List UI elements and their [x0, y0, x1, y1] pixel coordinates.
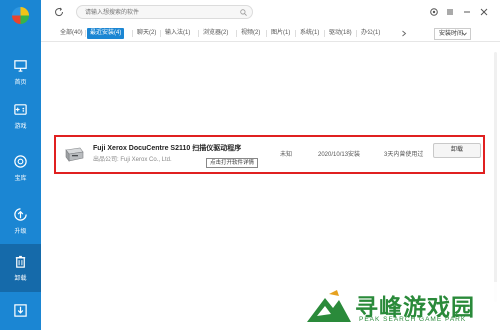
sort-label: 安装时间: [439, 31, 464, 37]
tab-office[interactable]: 办公(1): [358, 28, 383, 39]
watermark-subtitle: PEAK SEARCH GAME PARK: [359, 316, 467, 323]
usage-status: 3天内曾使用过: [384, 152, 424, 158]
search-icon[interactable]: [240, 9, 247, 16]
tab-video[interactable]: 视频(2): [238, 28, 263, 39]
tab-divider: [295, 30, 296, 37]
sidebar-item-treasure[interactable]: 宝库: [0, 149, 41, 187]
tab-divider: [160, 30, 161, 37]
tab-divider: [324, 30, 325, 37]
tab-driver[interactable]: 驱动(18): [326, 28, 355, 39]
sidebar-item-download[interactable]: [0, 295, 41, 330]
app-publisher: 出品公司: Fuji Xerox Co., Ltd.: [93, 157, 172, 163]
tab-all[interactable]: 全部(40): [57, 28, 86, 39]
tab-divider: [85, 30, 86, 37]
search-input[interactable]: [85, 8, 235, 17]
upgrade-icon: [14, 208, 27, 221]
tab-chat[interactable]: 聊天(2): [134, 28, 159, 39]
tooltip: 点击打开软件详情: [206, 158, 259, 168]
sidebar-item-label: 宝库: [14, 176, 27, 182]
top-bar: [41, 0, 500, 25]
tab-image[interactable]: 图片(1): [268, 28, 293, 39]
sidebar-item-games[interactable]: 游戏: [0, 97, 41, 135]
watermark-logo-icon: [307, 290, 351, 322]
minimize-icon[interactable]: [462, 7, 472, 17]
tab-divider: [266, 30, 267, 37]
scanner-icon: [65, 147, 84, 162]
menu-icon[interactable]: [445, 7, 455, 17]
app-logo-icon: [11, 6, 30, 25]
install-date: 2020/10/13安装: [318, 152, 361, 158]
sidebar-item-upgrade[interactable]: 升级: [0, 202, 41, 240]
app-version: 未知: [280, 152, 293, 158]
list-item[interactable]: Fuji Xerox DocuCentre S2110 扫描仪驱动程序 出品公司…: [54, 135, 485, 174]
treasure-icon: [14, 155, 27, 168]
download-icon: [14, 304, 27, 317]
sidebar-item-label: 升级: [14, 229, 27, 235]
tab-browser[interactable]: 浏览器(2): [200, 28, 231, 39]
tab-divider: [236, 30, 237, 37]
scrollbar[interactable]: [494, 52, 497, 302]
sidebar: 首页 游戏 宝库 升级 卸载: [0, 0, 41, 330]
trash-icon: [15, 255, 26, 268]
category-tabs: 全部(40) 最近安装(4) 聊天(2) 输入法(1) 浏览器(2) 视频(2)…: [41, 25, 500, 42]
chevron-right-icon[interactable]: [401, 30, 407, 37]
watermark: 寻峰游戏园 PEAK SEARCH GAME PARK: [297, 282, 500, 330]
tab-divider: [132, 30, 133, 37]
search-box: [76, 5, 253, 19]
sidebar-item-label: 首页: [14, 80, 27, 86]
settings-icon[interactable]: [429, 7, 439, 17]
sidebar-item-uninstall[interactable]: 卸载: [0, 244, 41, 292]
uninstall-button[interactable]: 卸载: [433, 143, 481, 158]
sidebar-item-label: 卸载: [14, 276, 27, 282]
tab-system[interactable]: 系统(1): [297, 28, 322, 39]
gamepad-icon: [14, 104, 27, 115]
sort-dropdown[interactable]: 安装时间: [434, 28, 471, 40]
app-title: Fuji Xerox DocuCentre S2110 扫描仪驱动程序: [93, 145, 242, 152]
refresh-icon[interactable]: [54, 7, 64, 17]
tab-divider: [198, 30, 199, 37]
sidebar-item-home[interactable]: 首页: [0, 53, 41, 91]
tab-input-method[interactable]: 输入法(1): [162, 28, 193, 39]
sidebar-item-label: 游戏: [14, 124, 27, 130]
tab-divider: [356, 30, 357, 37]
tab-recent[interactable]: 最近安装(4): [87, 28, 125, 39]
monitor-icon: [14, 60, 27, 72]
close-icon[interactable]: [479, 7, 489, 17]
chevron-down-icon: [462, 32, 467, 36]
